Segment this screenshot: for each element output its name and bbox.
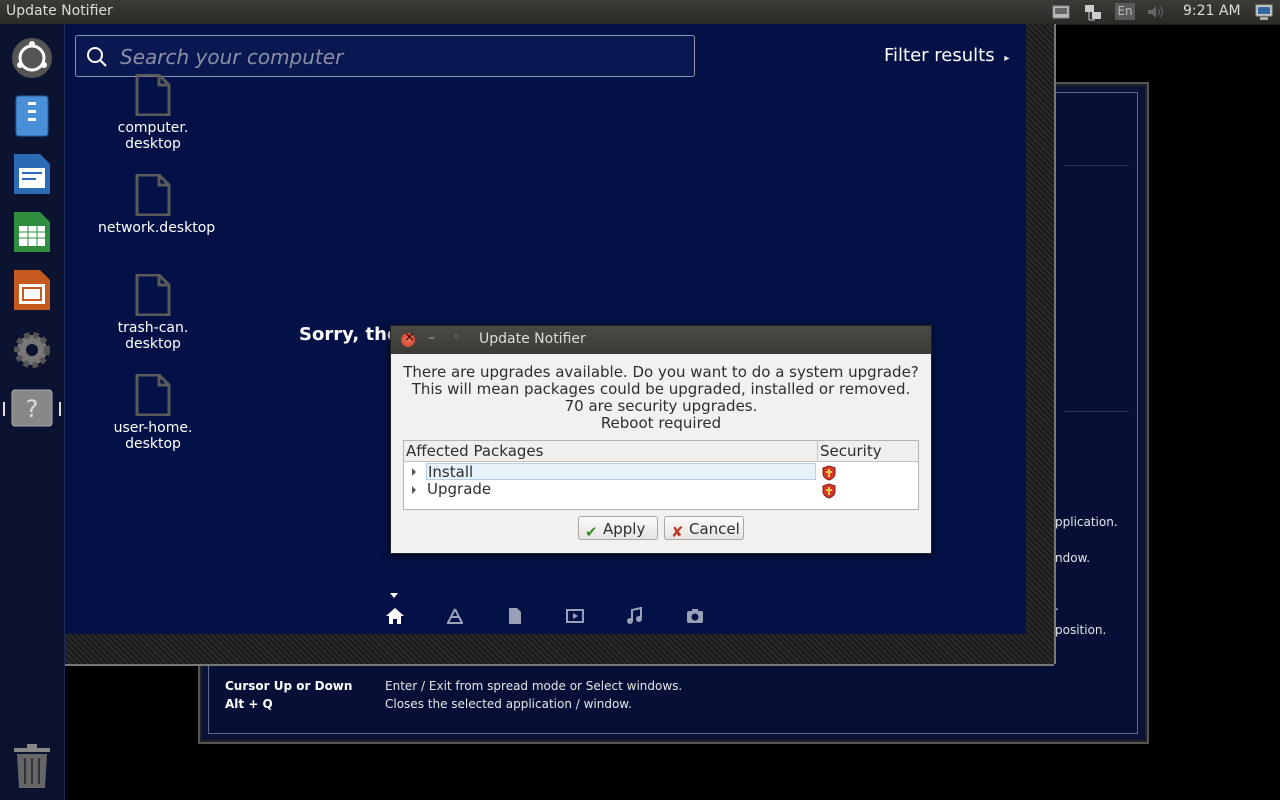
desktop-icon-label: desktop	[125, 436, 181, 452]
table-row[interactable]: Upgrade	[404, 481, 918, 499]
message-line: 70 are security upgrades.	[564, 397, 758, 415]
trash-icon[interactable]	[10, 742, 54, 788]
keyboard-icon[interactable]	[1052, 4, 1070, 20]
shortcut-description: Closes the selected application / window…	[385, 697, 632, 711]
message-line: This will mean packages could be upgrade…	[411, 380, 911, 398]
running-indicator	[59, 402, 61, 416]
dash-border	[1026, 24, 1056, 664]
home-lens-icon[interactable]	[385, 606, 405, 626]
desktop-icon-label: trash-can.	[117, 320, 189, 336]
svg-text:?: ?	[26, 395, 39, 423]
active-window-title: Update Notifier	[6, 3, 113, 19]
keyboard-layout-indicator[interactable]: En	[1115, 3, 1135, 20]
cancel-button-label: Cancel	[689, 520, 740, 538]
desktop-icon-user-home[interactable]: user-home. desktop	[98, 374, 208, 452]
shortcut-fragment: position.	[1055, 623, 1107, 637]
calc-icon[interactable]	[10, 210, 54, 254]
apps-lens-icon[interactable]	[445, 606, 465, 626]
file-icon	[135, 374, 171, 416]
desktop-icon-label: desktop	[125, 136, 181, 152]
cancel-button[interactable]: ✘ Cancel	[664, 516, 744, 541]
security-shield-icon	[822, 465, 836, 481]
affected-packages-table[interactable]: Affected Packages Security Install Upgra…	[403, 440, 919, 510]
maximize-icon[interactable]: ◦	[453, 330, 460, 344]
clock[interactable]: 9:21 AM	[1183, 3, 1241, 19]
chevron-right-icon: ▸	[1004, 53, 1010, 64]
dialog-title: Update Notifier	[479, 331, 586, 347]
apply-button[interactable]: ✔ Apply	[578, 516, 658, 541]
shortcut-key: Alt + Q	[225, 697, 273, 711]
sound-icon[interactable]	[1146, 4, 1166, 20]
minimize-icon[interactable]: –	[428, 330, 435, 346]
impress-icon[interactable]	[10, 268, 54, 312]
dialog-message: There are upgrades available. Do you wan…	[391, 364, 931, 432]
shortcut-key: Cursor Up or Down	[225, 679, 353, 693]
desktop-icon-label: network.desktop	[98, 220, 216, 236]
divider	[1065, 165, 1129, 166]
dialog-titlebar[interactable]: – ◦ Update Notifier	[391, 326, 931, 354]
package-group-label: Upgrade	[427, 480, 492, 498]
launcher: ?	[0, 24, 65, 800]
search-input[interactable]	[118, 42, 682, 72]
settings-icon[interactable]	[10, 328, 54, 372]
search-icon	[86, 46, 108, 72]
shortcut-fragment: pplication.	[1055, 515, 1118, 529]
files-lens-icon[interactable]	[505, 606, 525, 626]
ubuntu-logo-icon[interactable]	[10, 36, 54, 80]
cancel-x-icon: ✘	[671, 523, 684, 541]
network-icon[interactable]	[1083, 4, 1103, 21]
update-notifier-dialog: – ◦ Update Notifier There are upgrades a…	[390, 325, 932, 554]
desktop-icon-label: user-home.	[113, 420, 193, 436]
file-icon	[135, 274, 171, 316]
checkmark-icon: ✔	[585, 523, 598, 541]
message-line: There are upgrades available. Do you wan…	[403, 363, 919, 381]
help-icon[interactable]: ?	[10, 386, 54, 430]
package-group-label: Install	[426, 463, 816, 481]
divider	[1065, 411, 1129, 412]
expander-arrow-icon[interactable]	[412, 468, 416, 476]
close-icon[interactable]	[401, 330, 415, 347]
session-icon[interactable]	[1254, 4, 1274, 20]
video-lens-icon[interactable]	[565, 606, 585, 626]
column-header-affected-packages[interactable]: Affected Packages	[404, 441, 818, 462]
desktop-icon-label: desktop	[125, 336, 181, 352]
running-indicator	[3, 402, 5, 416]
shortcut-description: Enter / Exit from spread mode or Select …	[385, 679, 683, 693]
shortcut-fragment: ndow.	[1055, 551, 1091, 565]
file-icon	[135, 74, 171, 116]
desktop-icon-network[interactable]: network.desktop	[98, 174, 216, 236]
column-header-security[interactable]: Security	[818, 441, 918, 462]
files-icon[interactable]	[10, 94, 54, 138]
dash-border	[64, 634, 1054, 666]
apply-button-label: Apply	[603, 520, 646, 538]
desktop-icon-trash-can[interactable]: trash-can. desktop	[98, 274, 208, 352]
expander-arrow-icon[interactable]	[412, 486, 416, 494]
desktop-icon-computer[interactable]: computer. desktop	[98, 74, 208, 152]
file-icon	[135, 174, 171, 216]
security-shield-icon	[822, 483, 836, 499]
desktop-icon-label: computer.	[117, 120, 189, 136]
top-panel: Update Notifier En 9:21 AM	[0, 0, 1280, 25]
search-box[interactable]	[75, 35, 695, 77]
photo-lens-icon[interactable]	[685, 606, 705, 626]
active-lens-indicator	[390, 593, 398, 598]
no-results-message: Sorry, the	[299, 324, 400, 345]
message-line: Reboot required	[600, 414, 722, 432]
filter-results-label: Filter results	[884, 45, 995, 66]
table-row[interactable]: Install	[404, 463, 918, 481]
music-lens-icon[interactable]	[625, 606, 645, 626]
filter-results-button[interactable]: Filter results ▸	[884, 45, 1009, 66]
writer-icon[interactable]	[10, 152, 54, 196]
